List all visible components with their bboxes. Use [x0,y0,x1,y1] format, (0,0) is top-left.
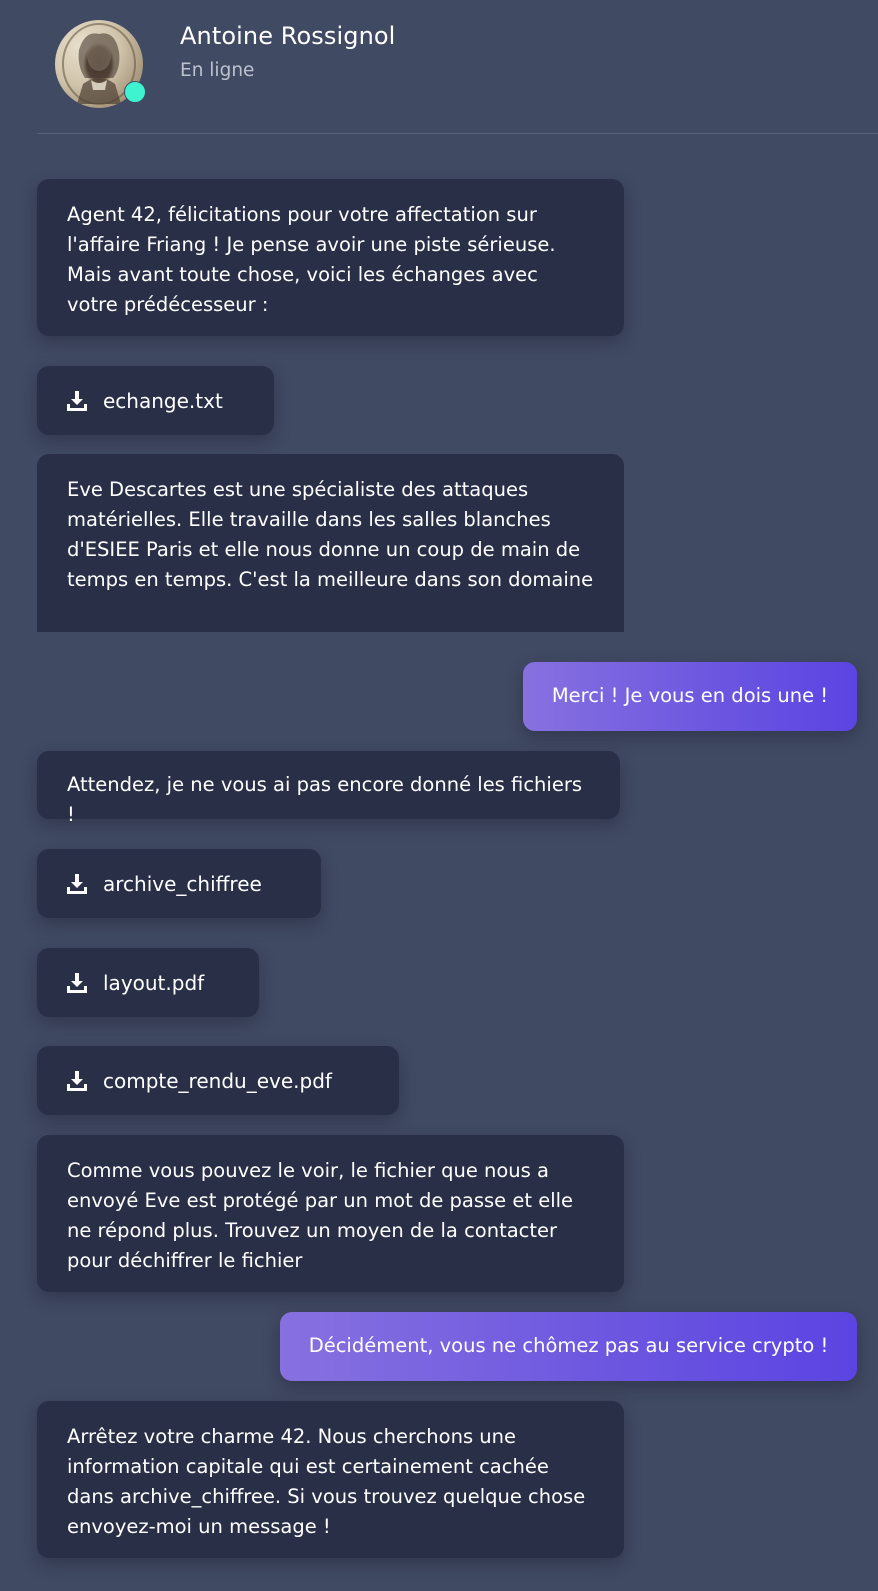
message-text: Arrêtez votre charme 42. Nous cherchons … [67,1425,586,1538]
file-name: echange.txt [103,388,223,413]
message-received: Eve Descartes est une spécialiste des at… [37,454,624,632]
message-sent: Décidément, vous ne chômez pas au servic… [280,1312,857,1381]
file-name: compte_rendu_eve.pdf [103,1068,332,1093]
message-text: Comme vous pouvez le voir, le fichier qu… [67,1159,574,1272]
file-name: archive_chiffree [103,871,262,896]
message-received: Arrêtez votre charme 42. Nous cherchons … [37,1401,624,1558]
file-name: layout.pdf [103,970,205,995]
file-attachment[interactable]: layout.pdf [37,948,259,1017]
message-list[interactable]: Agent 42, félicitations pour votre affec… [0,134,878,1591]
online-status-dot [124,81,146,103]
chat-header: Antoine Rossignol En ligne [0,0,878,134]
message-text: Agent 42, félicitations pour votre affec… [67,203,556,316]
contact-name: Antoine Rossignol [180,22,396,50]
download-icon [67,973,87,993]
message-received: Comme vous pouvez le voir, le fichier qu… [37,1135,624,1292]
file-attachment[interactable]: archive_chiffree [37,849,321,918]
file-attachment[interactable]: echange.txt [37,366,274,435]
download-icon [67,391,87,411]
message-received: Agent 42, félicitations pour votre affec… [37,179,624,336]
file-attachment[interactable]: compte_rendu_eve.pdf [37,1046,399,1115]
message-text: Décidément, vous ne chômez pas au servic… [308,1334,829,1357]
message-text: Eve Descartes est une spécialiste des at… [67,478,594,591]
message-text: Merci ! Je vous en dois une ! [551,684,829,707]
download-icon [67,1071,87,1091]
message-sent: Merci ! Je vous en dois une ! [523,662,857,731]
message-received: Attendez, je ne vous ai pas encore donné… [37,751,620,826]
contact-status: En ligne [180,60,255,81]
message-text: Attendez, je ne vous ai pas encore donné… [67,773,582,826]
download-icon [67,874,87,894]
